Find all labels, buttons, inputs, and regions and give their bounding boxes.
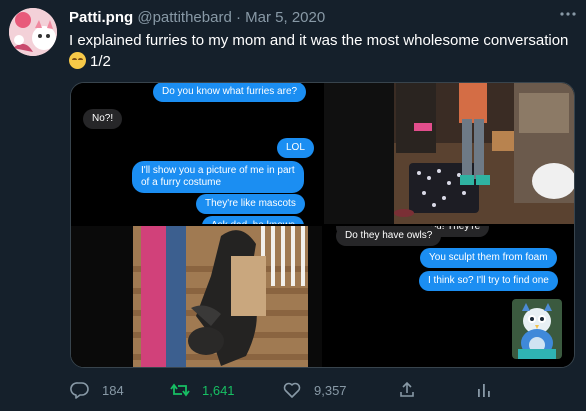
separator: · <box>235 9 241 26</box>
retweet-action[interactable]: 1,641 <box>170 379 235 401</box>
like-action[interactable]: 9,357 <box>282 379 347 401</box>
tweet-header: Patti.png @pattithebard · Mar 5, 2020 <box>69 9 325 26</box>
owl-costume-photo <box>512 299 562 359</box>
chat-bubble-sent: I'll show you a picture of me in part of… <box>132 161 304 193</box>
media-grid[interactable]: Do you know what furries are? No?! LOL I… <box>70 82 575 368</box>
chat-bubble-received: No?! <box>83 109 123 129</box>
media-panel-chat-2[interactable]: Oh no!!! Did it eat you! They're Do they… <box>324 226 574 367</box>
retweet-icon <box>170 383 190 397</box>
room-photo <box>324 83 574 224</box>
chat-bubble-sent: You sculpt them from foam <box>420 248 557 268</box>
display-name[interactable]: Patti.png <box>69 9 133 26</box>
thread-counter: 1/2 <box>90 53 111 70</box>
tweet-text: I explained furries to my mom and it was… <box>69 30 574 72</box>
analytics-icon <box>478 384 490 397</box>
like-count: 9,357 <box>314 382 347 398</box>
heart-icon <box>283 382 301 398</box>
media-panel-photo-costume[interactable] <box>71 226 322 367</box>
share-action[interactable] <box>397 379 429 401</box>
media-panel-photo-room[interactable] <box>324 83 574 224</box>
relieved-face-emoji-icon <box>69 52 86 69</box>
chat-bubble-sent: Ask dad, he knows <box>202 216 304 224</box>
retweet-count: 1,641 <box>202 382 235 398</box>
reply-icon <box>70 382 89 399</box>
tweet[interactable]: Patti.png @pattithebard · Mar 5, 2020 I … <box>0 0 586 411</box>
share-icon <box>400 381 414 397</box>
chat-bubble-received: Do they have owls? <box>336 226 442 246</box>
tweet-date[interactable]: Mar 5, 2020 <box>245 9 325 26</box>
tweet-body: I explained furries to my mom and it was… <box>69 32 569 49</box>
tweet-actions: 184 1,641 9,357 <box>70 379 575 401</box>
chat-bubble-sent: LOL <box>277 138 314 158</box>
chat-line: of a furry costume <box>141 177 222 188</box>
more-options-icon[interactable] <box>556 5 580 25</box>
chat-bubble-sent: Do you know what furries are? <box>153 83 307 102</box>
costume-photo <box>71 226 322 367</box>
chat-line: I'll show you a picture of me in part <box>141 165 295 176</box>
media-panel-chat-1[interactable]: Do you know what furries are? No?! LOL I… <box>71 83 322 224</box>
reply-action[interactable]: 184 <box>70 379 124 401</box>
analytics-action[interactable] <box>474 379 506 401</box>
chat-bubble-sent: I think so? I'll try to find one <box>419 271 558 291</box>
chat-bubble-sent: They're like mascots <box>196 194 305 214</box>
avatar[interactable] <box>9 8 57 56</box>
handle[interactable]: @pattithebard <box>137 9 231 26</box>
reply-count: 184 <box>102 382 124 398</box>
avatar-illustration <box>9 8 57 56</box>
